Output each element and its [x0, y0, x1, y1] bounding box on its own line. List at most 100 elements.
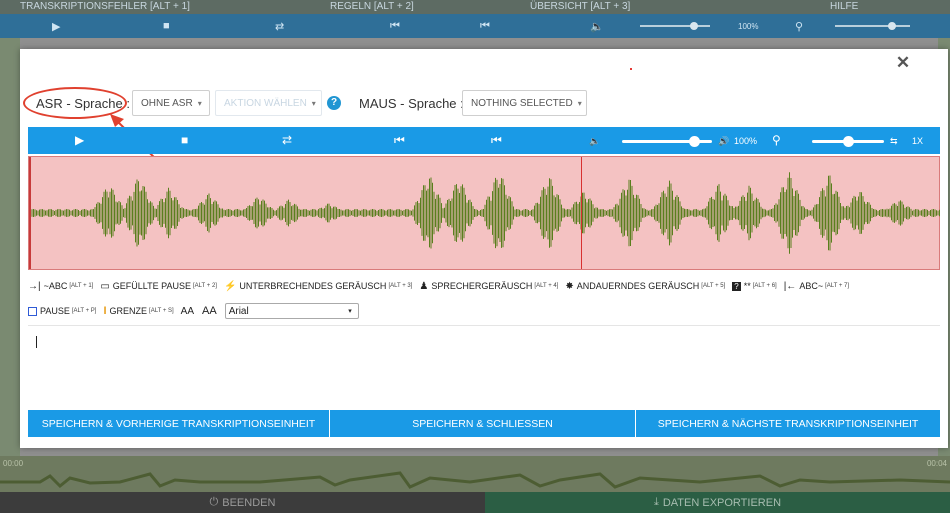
asr-language-value: OHNE ASR	[141, 97, 193, 109]
skip-to-start-icon[interactable]: ⏮	[394, 133, 405, 148]
bg-download-icon: ⤓	[653, 496, 659, 508]
volume-slider-knob[interactable]	[689, 136, 700, 147]
tool-interrupting-noise[interactable]: ⚡ UNTERBRECHENDES GERÄUSCH [ALT + 3]	[224, 281, 412, 292]
background-player-bar: ▶ ■ ⇄ ⏮ ⏮ 🔈 100% ⚲	[0, 14, 950, 38]
bg-export-label: DATEN EXPORTIEREN	[662, 496, 782, 509]
background-waveform-bottom: 00:00 00:04	[0, 456, 950, 492]
font-size-increase-button[interactable]: AA	[202, 305, 217, 317]
bg-volume-label: 100%	[738, 22, 759, 31]
tool-label: PAUSE	[40, 306, 70, 316]
tool-unintelligible[interactable]: ? ** [ALT + 6]	[732, 281, 777, 291]
bg-loop-icon: ⇄	[275, 21, 285, 33]
question-box-icon: ?	[732, 281, 741, 291]
tool-speaker-noise[interactable]: ♟ SPRECHERGERÄUSCH [ALT + 4]	[419, 281, 558, 292]
bg-quit-button: ⏻ BEENDEN	[0, 492, 485, 513]
maus-language-dropdown[interactable]: NOTHING SELECTED ▾	[462, 90, 587, 116]
tool-filled-pause[interactable]: ▭ GEFÜLLTE PAUSE [ALT + 2]	[100, 281, 217, 292]
tag-end-icon: |←	[783, 280, 797, 292]
bg-tab-uebersicht: ÜBERSICHT [ALT + 3]	[530, 1, 631, 12]
bg-skip-back-icon: ⏮	[390, 20, 400, 32]
bg-skip-back-seconds-icon: ⏮	[480, 20, 490, 32]
tool-label: ABC~	[799, 281, 824, 291]
tool-label: GRENZE	[109, 306, 148, 316]
tool-abc-start[interactable]: →| ~ABC [ALT + 1]	[28, 281, 93, 292]
text-cursor-icon: I	[103, 305, 107, 317]
font-size-decrease-button[interactable]: AA	[181, 306, 194, 317]
tool-continuous-noise[interactable]: ✸ ANDAUERNDES GERÄUSCH [ALT + 5]	[565, 281, 725, 292]
bg-mute-icon: 🔈	[590, 21, 604, 33]
audio-player-bar: ▶ ■ ⇄ ⏮ ⏮ 🔈 🔊 100% ⚲ ⇆ 1X	[28, 127, 940, 154]
tool-label: SPRECHERGERÄUSCH	[431, 281, 533, 291]
maus-language-label: MAUS - Sprache :	[359, 96, 464, 111]
bg-volume-knob	[690, 22, 698, 30]
tool-abc-end[interactable]: |← ABC~ [ALT + 7]	[784, 281, 849, 292]
tool-shortcut: [ALT + S]	[149, 308, 174, 314]
bg-tab-regeln: REGELN [ALT + 2]	[330, 1, 414, 12]
lightning-icon: ⚡	[223, 280, 237, 292]
tool-shortcut: [ALT + 5]	[701, 283, 726, 289]
speed-slider-knob[interactable]	[843, 136, 854, 147]
asr-action-dropdown: AKTION WÄHLEN ▾	[215, 90, 322, 116]
play-icon[interactable]: ▶	[75, 133, 84, 147]
waveform-graphic	[29, 172, 940, 254]
save-close-button[interactable]: SPEICHERN & SCHLIESSEN	[330, 410, 636, 437]
playhead-cursor[interactable]	[581, 157, 582, 269]
volume-icon: 🔊	[718, 136, 730, 146]
bg-waveform-graphic	[0, 471, 950, 489]
bg-volume-slider	[640, 25, 710, 27]
text-caret	[36, 336, 37, 348]
save-next-button[interactable]: SPEICHERN & NÄCHSTE TRANSKRIPTIONSEINHEI…	[636, 410, 940, 437]
font-family-value: Arial	[228, 305, 249, 317]
bg-export-button: ⤓ DATEN EXPORTIEREN	[485, 492, 950, 513]
waveform-path	[29, 172, 940, 254]
speed-value: 1X	[912, 136, 924, 146]
rewind-seconds-icon[interactable]: ⏮	[491, 133, 502, 148]
volume-value: 100%	[734, 136, 758, 146]
help-icon[interactable]: ?	[327, 96, 341, 110]
tool-label: ~ABC	[43, 281, 68, 291]
background-tab-bar: TRANSKRIPTIONSFEHLER [ALT + 1] REGELN [A…	[0, 0, 950, 14]
background-waveform-left	[0, 38, 20, 458]
bg-speed-slider	[835, 25, 910, 27]
asr-action-value: AKTION WÄHLEN	[224, 97, 307, 109]
tool-pause[interactable]: PAUSE [ALT + P]	[28, 306, 96, 316]
stop-icon[interactable]: ■	[181, 133, 188, 147]
tag-start-icon: →|	[28, 280, 41, 292]
chevron-down-icon: ▾	[311, 98, 316, 108]
mute-icon[interactable]: 🔈	[589, 136, 600, 147]
tool-label: UNTERBRECHENDES GERÄUSCH	[239, 281, 387, 291]
bg-play-icon: ▶	[52, 21, 61, 33]
tool-shortcut: [ALT + P]	[71, 308, 97, 314]
person-icon: ♟	[419, 280, 429, 292]
bg-speed-icon: ⚲	[795, 21, 804, 33]
maus-language-value: NOTHING SELECTED	[471, 97, 573, 109]
tool-label: ANDAUERNDES GERÄUSCH	[576, 281, 700, 291]
burst-icon: ✸	[565, 280, 574, 292]
annotation-toolbar: →| ~ABC [ALT + 1] ▭ GEFÜLLTE PAUSE [ALT …	[28, 278, 928, 294]
tool-shortcut: [ALT + 1]	[69, 283, 94, 289]
action-button-bar: SPEICHERN & VORHERIGE TRANSKRIPTIONSEINH…	[28, 410, 940, 437]
bg-tab-hilfe: HILFE	[830, 1, 859, 12]
square-icon	[28, 306, 37, 316]
save-previous-button[interactable]: SPEICHERN & VORHERIGE TRANSKRIPTIONSEINH…	[28, 410, 330, 437]
bg-power-icon: ⏻	[209, 496, 219, 508]
bg-tab-transkriptionsfehler: TRANSKRIPTIONSFEHLER [ALT + 1]	[20, 1, 190, 12]
tool-shortcut: [ALT + 7]	[825, 283, 850, 289]
chevron-down-icon: ▾	[348, 308, 352, 315]
font-family-select[interactable]: Arial ▾	[224, 303, 359, 319]
close-icon[interactable]: ✕	[893, 53, 913, 73]
decorative-dot	[630, 68, 632, 70]
tool-shortcut: [ALT + 6]	[752, 283, 777, 289]
loop-icon[interactable]: ⇄	[282, 133, 292, 147]
bg-stop-icon: ■	[163, 20, 170, 32]
tool-shortcut: [ALT + 4]	[534, 283, 559, 289]
speed-adjust-icon[interactable]: ⇆	[890, 136, 898, 147]
speech-bubble-icon: ▭	[100, 280, 110, 292]
waveform-panel[interactable]	[28, 156, 940, 270]
speed-icon: ⚲	[772, 133, 781, 147]
transcription-editor[interactable]	[28, 326, 940, 406]
tool-label: GEFÜLLTE PAUSE	[112, 281, 191, 291]
tool-border[interactable]: I GRENZE [ALT + S]	[103, 305, 173, 317]
tool-shortcut: [ALT + 3]	[388, 283, 413, 289]
bg-quit-label: BEENDEN	[222, 496, 276, 509]
